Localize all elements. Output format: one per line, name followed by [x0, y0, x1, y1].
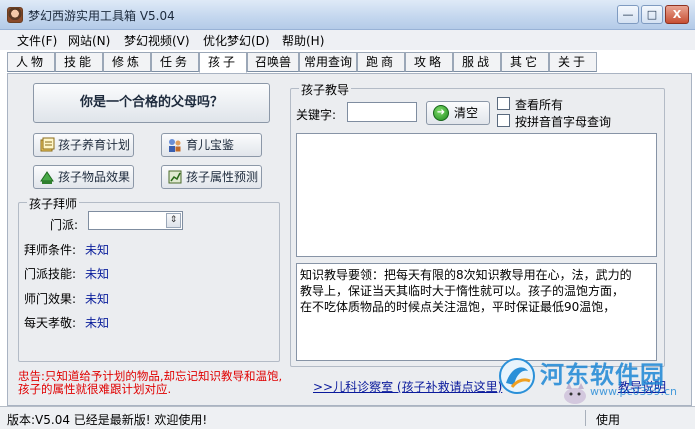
info-text: 知识教导要领：把每天有限的8次知识教导用在心，法，武力的 教导上，保证当天其临时… [300, 267, 648, 315]
sect-label: 门派: [50, 218, 79, 232]
watermark-url: www.pc0359.cn [590, 385, 678, 398]
view-all-checkbox[interactable] [497, 97, 510, 110]
status-divider [585, 410, 586, 426]
people-icon [169, 139, 181, 152]
daily-tribute-label: 每天孝敬: [24, 316, 77, 330]
window-title: 梦幻西游实用工具箱 V5.04 [28, 9, 175, 23]
tab-guides[interactable]: 攻略 [405, 52, 453, 72]
tab-trading[interactable]: 跑商 [357, 52, 405, 72]
apprentice-group-title: 孩子拜师 [27, 195, 80, 212]
watermark-logo [499, 358, 535, 394]
tab-quests[interactable]: 任务 [151, 52, 199, 72]
condition-label: 拜师条件: [24, 243, 77, 257]
menu-file[interactable]: 文件(F) [17, 32, 57, 49]
sect-skill-label: 门派技能: [24, 267, 77, 281]
refresh-icon: ➜ [433, 105, 449, 121]
info-line: 在不吃体质物品的时候点关注温饱，平时保证最低90温饱， [300, 300, 616, 314]
tab-skills[interactable]: 技能 [55, 52, 103, 72]
info-line: 知识教导要领：把每天有限的8次知识教导用在心，法，武力的 [300, 268, 632, 282]
status-bar: 版本:V5.04 已经是最新版! 欢迎使用! 使用量:241841046 [0, 406, 695, 429]
clear-button[interactable]: ➜ 清空 [426, 101, 490, 125]
keyword-label: 关键字: [296, 108, 337, 122]
parent-quiz-button[interactable]: 你是一个合格的父母吗？ [33, 83, 270, 123]
pinyin-label: 按拼音首字母查询 [515, 115, 612, 129]
sect-effect-label: 师门效果: [24, 292, 77, 306]
info-line: 教导上，保证当天其临时大于惰性就可以。孩子的温饱方面， [300, 284, 625, 298]
raising-plan-button[interactable]: 孩子养育计划 [33, 133, 134, 157]
watermark-animal-icon [564, 383, 586, 404]
condition-value: 未知 [85, 243, 110, 257]
parenting-guide-label: 育儿宝鉴 [186, 138, 235, 152]
menu-video[interactable]: 梦幻视频(V) [124, 32, 190, 49]
view-all-label: 查看所有 [515, 98, 564, 112]
clear-button-label: 清空 [454, 106, 479, 120]
status-version: 版本:V5.04 已经是最新版! 欢迎使用! [7, 413, 208, 427]
tab-summons[interactable]: 召唤兽 [247, 52, 299, 72]
sect-skill-value: 未知 [85, 267, 110, 281]
item-effects-button[interactable]: 孩子物品效果 [33, 165, 134, 189]
status-usage: 使用量:241841046 [596, 413, 621, 427]
pinyin-checkbox[interactable] [497, 114, 510, 127]
parenting-guide-button[interactable]: 育儿宝鉴 [161, 133, 262, 157]
menu-optimize[interactable]: 优化梦幻(D) [203, 32, 270, 49]
tab-character[interactable]: 人物 [7, 52, 55, 72]
daily-tribute-value: 未知 [85, 316, 110, 330]
warning-text: 忠告:只知道给予计划的物品,却忘记知识教导和温饱,孩子的属性就很难跟计划对应. [18, 369, 283, 396]
forecast-icon [168, 170, 182, 184]
attribute-forecast-label: 孩子属性预测 [186, 170, 259, 184]
raising-plan-label: 孩子养育计划 [58, 138, 131, 152]
keyword-input[interactable] [347, 102, 417, 122]
chevron-down-icon[interactable]: ⇕ [166, 213, 181, 228]
menu-bar: 文件(F) 网站(N) 梦幻视频(V) 优化梦幻(D) 帮助(H) [0, 30, 695, 50]
maximize-button[interactable]: □ [641, 5, 663, 24]
teaching-group-title: 孩子教导 [299, 81, 352, 98]
item-effects-label: 孩子物品效果 [58, 170, 131, 184]
tab-about[interactable]: 关于 [549, 52, 597, 72]
sect-select[interactable]: ⇕ [88, 211, 183, 230]
tab-bar: 人物 技能 修炼 任务 孩子 召唤兽 常用查询 跑商 攻略 服战 其它 关于 [7, 52, 692, 73]
tab-server-war[interactable]: 服战 [453, 52, 501, 72]
sect-effect-value: 未知 [85, 292, 110, 306]
app-icon [7, 7, 23, 23]
tab-cultivation[interactable]: 修炼 [103, 52, 151, 72]
close-button[interactable]: X [665, 5, 689, 24]
plan-icon [40, 137, 55, 152]
item-icon [40, 171, 54, 184]
menu-help[interactable]: 帮助(H) [282, 32, 324, 49]
minimize-button[interactable]: — [617, 5, 639, 24]
tab-children[interactable]: 孩子 [199, 52, 247, 73]
title-bar: 梦幻西游实用工具箱 V5.04 — □ X [0, 0, 695, 30]
tab-common-query[interactable]: 常用查询 [299, 52, 357, 72]
results-list[interactable] [296, 133, 657, 257]
menu-website[interactable]: 网站(N) [68, 32, 110, 49]
tab-other[interactable]: 其它 [501, 52, 549, 72]
pediatric-clinic-link[interactable]: >>儿科诊察室 (孩子补救请点这里) [313, 378, 502, 395]
attribute-forecast-button[interactable]: 孩子属性预测 [161, 165, 262, 189]
